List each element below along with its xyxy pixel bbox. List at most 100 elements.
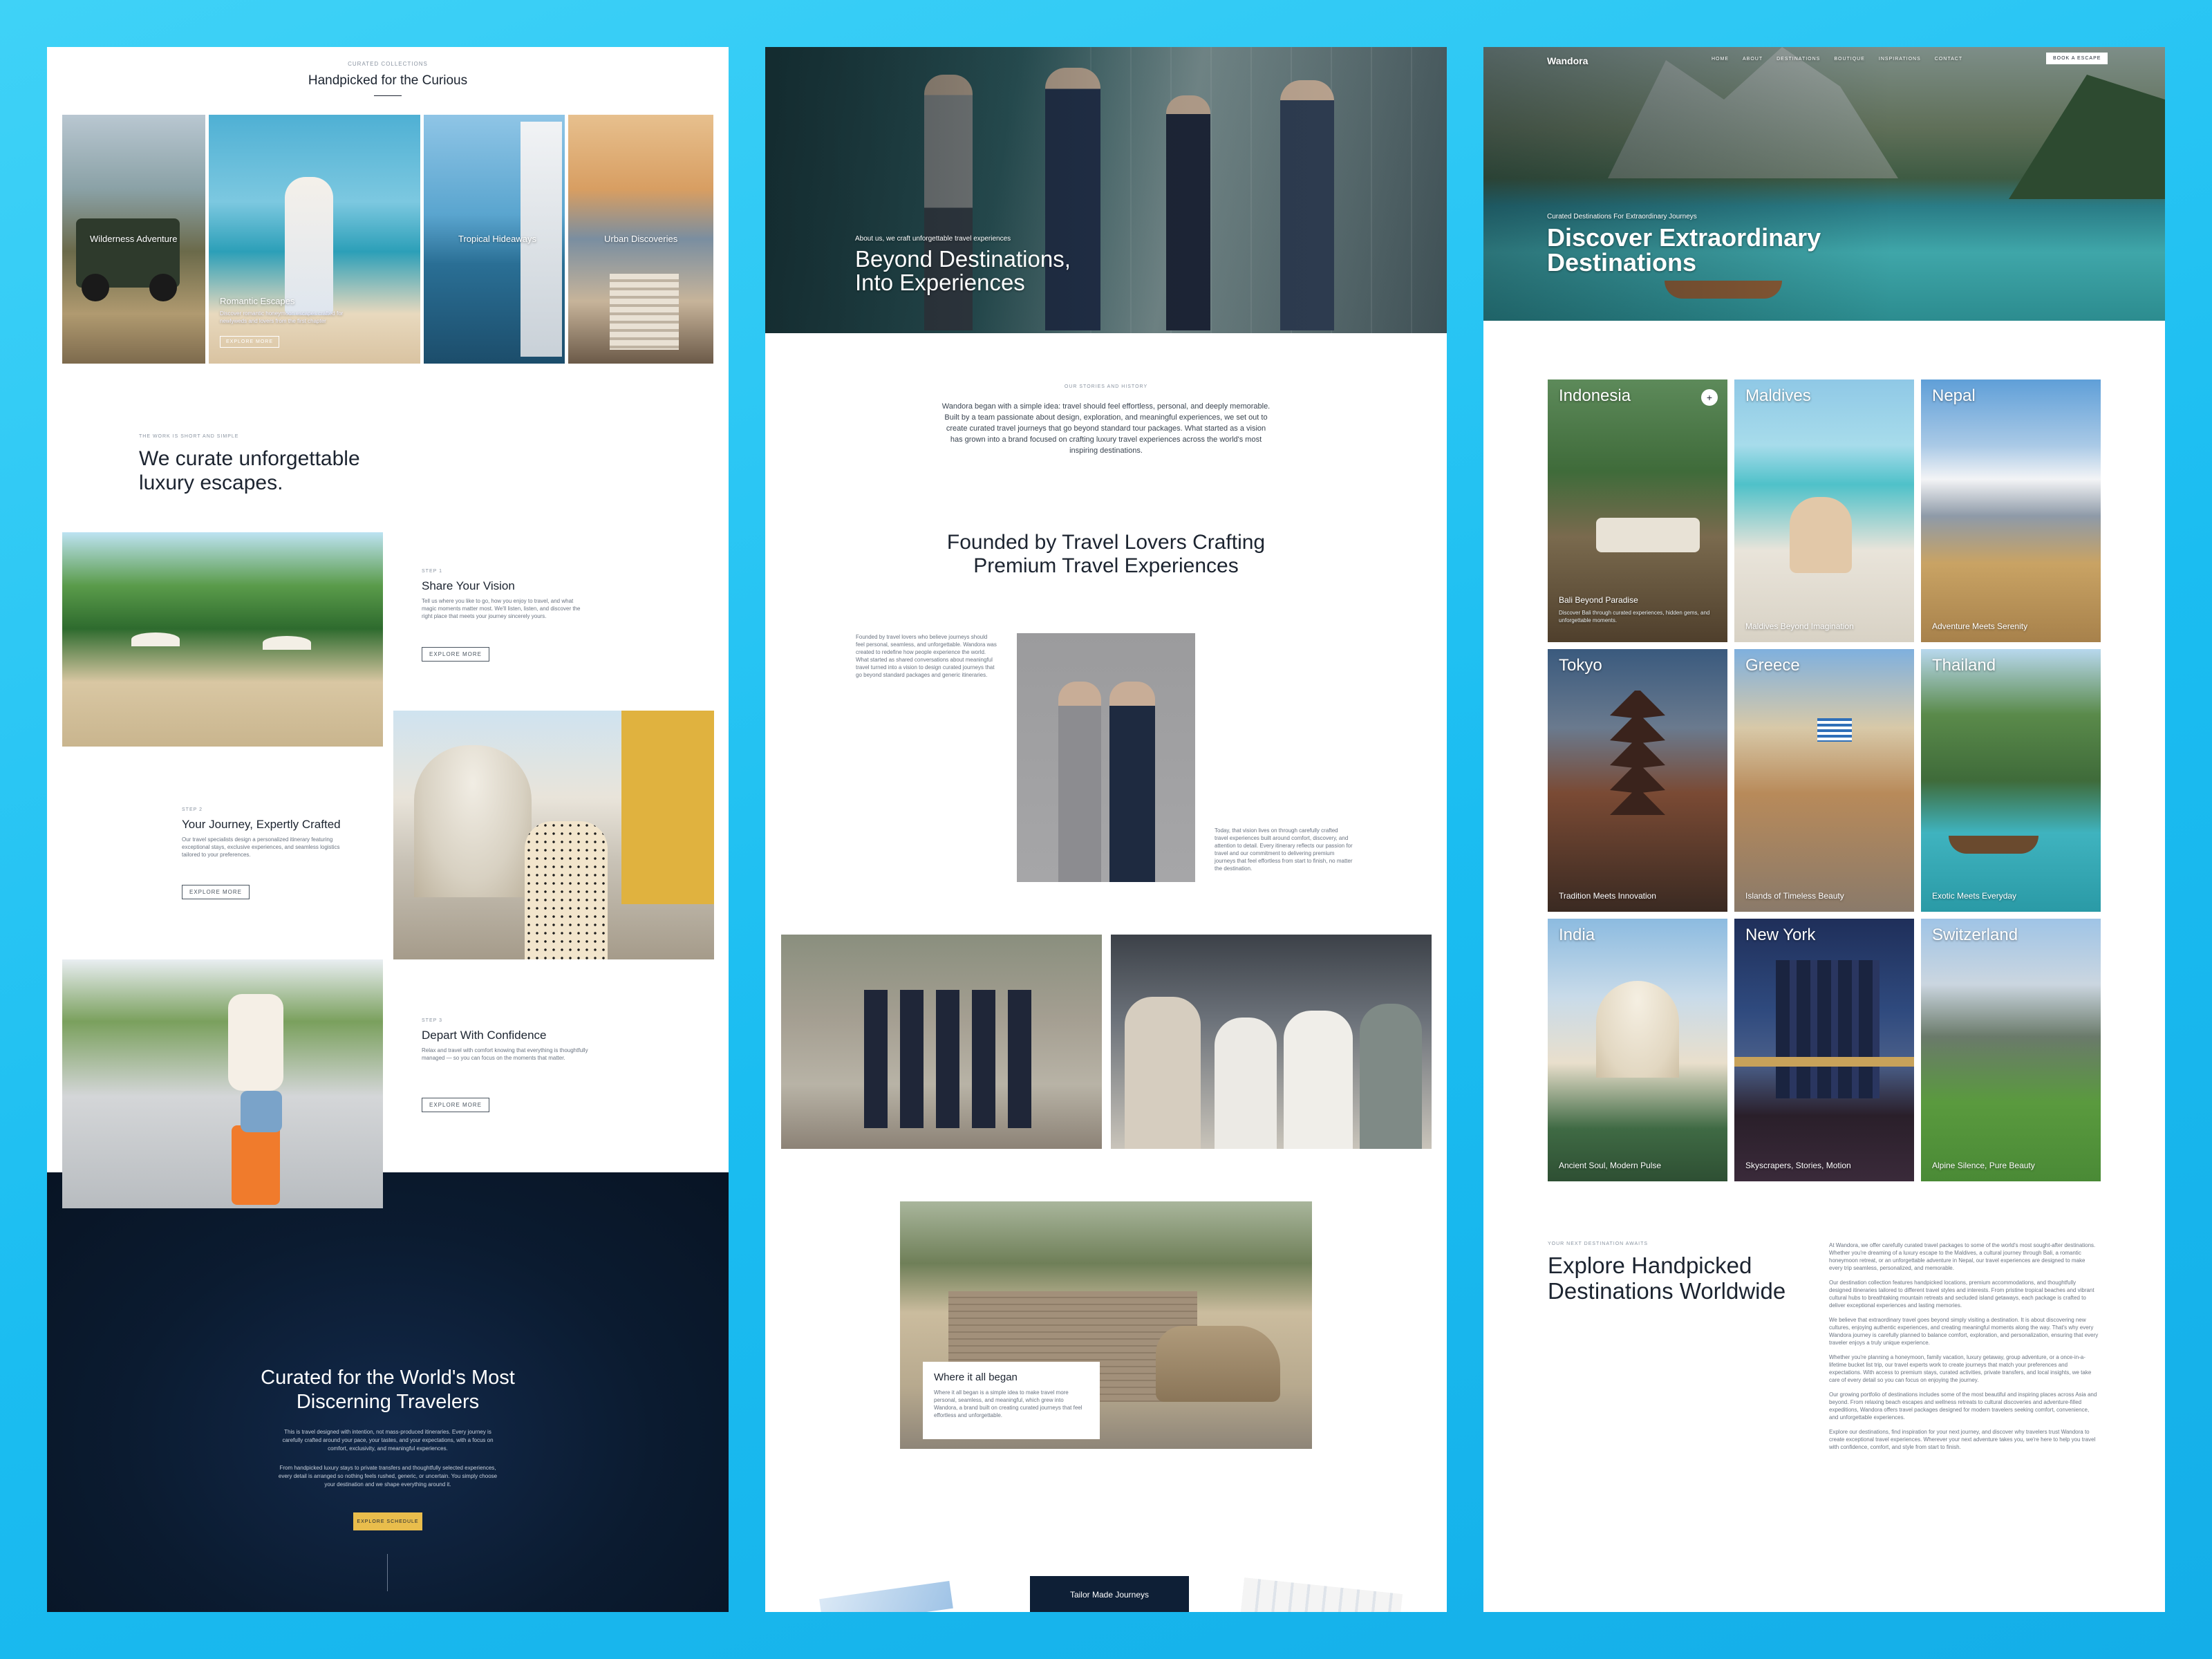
step-desc: Relax and travel with comfort knowing th… [422, 1047, 588, 1061]
dark-para-1: This is travel designed with intention, … [282, 1429, 494, 1452]
founded-left-text: Founded by travel lovers who believe jou… [856, 634, 997, 678]
dest-name: India [1559, 926, 1595, 944]
dest-tagline: Exotic Meets Everyday [1932, 891, 2017, 901]
team-shapes [864, 990, 1037, 1128]
dest-card-tokyo[interactable]: Tokyo Tradition Meets Innovation [1548, 649, 1727, 912]
how-kicker: THE WORK IS SHORT AND SIMPLE [139, 434, 239, 439]
explore-more-button[interactable]: EXPLORE MORE [422, 647, 490, 662]
step-desc: Our travel specialists design a personal… [182, 836, 340, 858]
nav-inspirations[interactable]: INSPIRATIONS [1879, 57, 1921, 62]
nav-destinations[interactable]: DESTINATIONS [1777, 57, 1820, 62]
nav-contact[interactable]: CONTACT [1935, 57, 1962, 62]
nav-boutique[interactable]: BOUTIQUE [1834, 57, 1865, 62]
step-label: STEP 2 [182, 807, 203, 812]
where-began-text: Where it all began is a simple idea to m… [934, 1389, 1082, 1418]
founded-title-1: Founded by Travel Lovers Crafting [946, 531, 1266, 554]
stairs-shape [610, 274, 679, 350]
dest-tagline: Tradition Meets Innovation [1559, 891, 1656, 901]
collection-title: Handpicked for the Curious [308, 73, 468, 88]
nav-home[interactable]: HOME [1712, 57, 1729, 62]
dest-tagline: Skyscrapers, Stories, Motion [1745, 1161, 1851, 1170]
plus-icon[interactable]: + [1701, 389, 1718, 406]
book-escape-button[interactable]: BOOK A ESCAPE [2046, 53, 2108, 64]
dest-tagline: Maldives Beyond Imagination [1745, 621, 1854, 631]
story-text: Wandora began with a simple idea: travel… [941, 402, 1271, 455]
person-shape [1284, 1011, 1353, 1149]
man-shape [1058, 682, 1101, 882]
dest-card-maldives[interactable]: Maldives Maldives Beyond Imagination [1734, 379, 1914, 642]
dest-tagline: Ancient Soul, Modern Pulse [1559, 1161, 1662, 1170]
card-wilderness[interactable]: Wilderness Adventure [62, 115, 205, 364]
founded-title-2: Premium Travel Experiences [973, 554, 1239, 577]
building-shape [621, 711, 714, 904]
explore-more-button[interactable]: EXPLORE MORE [422, 1098, 490, 1112]
step-title: Share Your Vision [422, 579, 515, 592]
longtail-boat-shape [1949, 836, 2038, 854]
explore-paragraph: We believe that extraordinary travel goe… [1829, 1317, 2099, 1346]
dest-card-thailand[interactable]: Thailand Exotic Meets Everyday [1921, 649, 2101, 912]
hero-overlay [1483, 47, 2165, 321]
car-shape [1156, 1326, 1280, 1402]
team-celebrating-image [1111, 935, 1432, 1149]
divider-line [387, 1554, 388, 1591]
step-title: Depart With Confidence [422, 1029, 547, 1042]
step-label: STEP 1 [422, 569, 442, 574]
dest-name: Maldives [1745, 386, 1811, 405]
taj-mahal-shape [1596, 981, 1679, 1078]
dress-shape [285, 177, 333, 315]
cathedral-shape [414, 745, 532, 897]
destinations-hero [1483, 47, 2165, 321]
how-title: We curate unforgettable luxury escapes. [139, 447, 360, 494]
step1-image [62, 532, 383, 747]
dest-hero-title-1: Discover Extraordinary [1547, 223, 1821, 252]
explore-title-2: Destinations Worldwide [1548, 1278, 1786, 1304]
step3-image-overlay [62, 959, 383, 1208]
explore-more-button[interactable]: EXPLORE MORE [182, 885, 250, 899]
dest-name: New York [1745, 926, 1816, 944]
dest-card-greece[interactable]: Greece Islands of Timeless Beauty [1734, 649, 1914, 912]
team-walking-image [781, 935, 1102, 1149]
dest-tagline: Bali Beyond Paradise [1559, 595, 1638, 605]
card-label: Wilderness Adventure [90, 234, 178, 244]
dest-card-indonesia[interactable]: Indonesia + Bali Beyond Paradise Discove… [1548, 379, 1727, 642]
about-hero-kicker: About us, we craft unforgettable travel … [855, 235, 1011, 243]
explore-schedule-button[interactable]: EXPLORE SCHEDULE [353, 1512, 422, 1530]
man-shape [1109, 682, 1155, 882]
bridge-lights-shape [1734, 1057, 1914, 1067]
explore-paragraph: Our destination collection features hand… [1829, 1280, 2094, 1309]
card-romantic[interactable]: Romantic Escapes Discover romantic honey… [209, 115, 420, 364]
shorts-shape [241, 1091, 282, 1132]
suitcase-shape [232, 1125, 280, 1205]
dest-hero-title-2: Destinations [1547, 248, 1697, 276]
dest-tagline: Islands of Timeless Beauty [1745, 891, 1844, 901]
skyline-shape [1776, 960, 1880, 1098]
story-kicker: OUR STORIES AND HISTORY [1064, 384, 1148, 389]
explore-more-button[interactable]: EXPLORE MORE [220, 336, 280, 348]
dest-card-nepal[interactable]: Nepal Adventure Meets Serenity [1921, 379, 2101, 642]
founders-image [1017, 633, 1195, 882]
where-began-card: Where it all began Where it all began is… [923, 1362, 1100, 1439]
dest-card-switzerland[interactable]: Switzerland Alpine Silence, Pure Beauty [1921, 919, 2101, 1181]
panel-destinations: Wandora HOME ABOUT DESTINATIONS BOUTIQUE… [1483, 47, 2165, 1612]
nav-about[interactable]: ABOUT [1743, 57, 1763, 62]
dest-name: Nepal [1932, 386, 1976, 405]
card-tropical[interactable]: Tropical Hideaways [424, 115, 565, 364]
explore-title-1: Explore Handpicked [1548, 1253, 1752, 1278]
step-label: STEP 3 [422, 1018, 442, 1023]
panel-collections: CURATED COLLECTIONS Handpicked for the C… [47, 47, 729, 1612]
main-nav: HOME ABOUT DESTINATIONS BOUTIQUE INSPIRA… [1712, 57, 1962, 62]
dest-card-new-york[interactable]: New York Skyscrapers, Stories, Motion [1734, 919, 1914, 1181]
wandora-logo[interactable]: Wandora [1547, 55, 1588, 66]
explore-paragraph: Whether you're planning a honeymoon, fam… [1829, 1354, 2092, 1383]
explore-paragraphs: At Wandora, we offer carefully curated t… [1829, 1241, 2099, 1458]
dest-name: Indonesia [1559, 386, 1631, 405]
dest-name: Switzerland [1932, 926, 2018, 944]
explore-paragraph: Explore our destinations, find inspirati… [1829, 1429, 2096, 1450]
card-label: Urban Discoveries [604, 234, 678, 244]
dest-card-india[interactable]: India Ancient Soul, Modern Pulse [1548, 919, 1727, 1181]
card-urban[interactable]: Urban Discoveries [568, 115, 713, 364]
explore-paragraph: Our growing portfolio of destinations in… [1829, 1391, 2097, 1421]
tailor-made-button[interactable]: Tailor Made Journeys [1030, 1576, 1189, 1612]
about-hero-title-2: Into Experiences [855, 270, 1025, 295]
dest-name: Greece [1745, 656, 1800, 675]
